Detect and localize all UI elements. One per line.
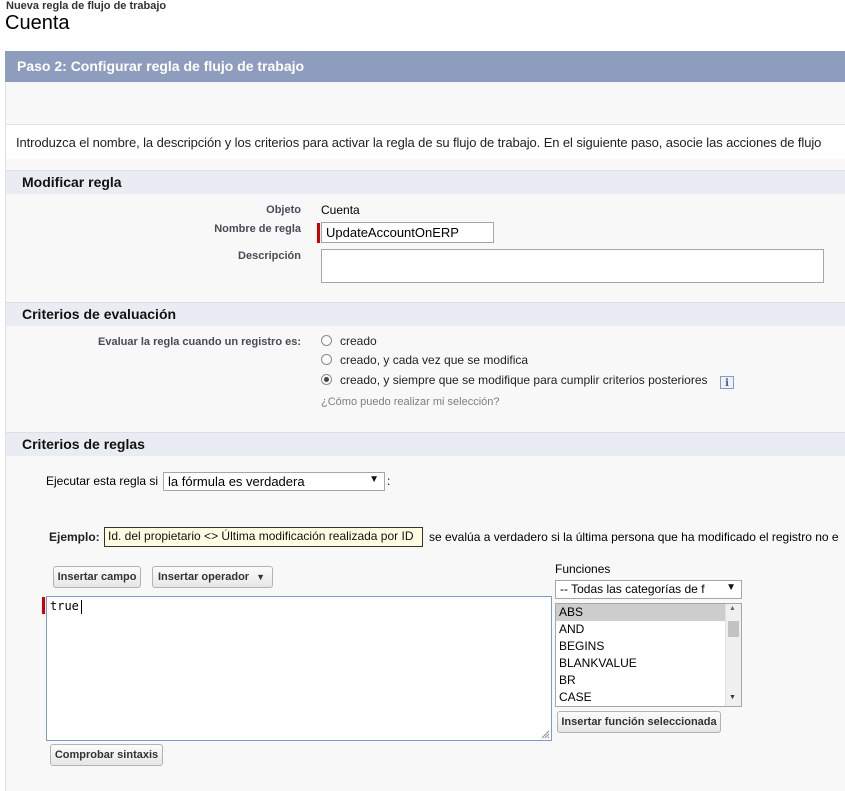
insert-field-button[interactable]: Insertar campo: [53, 566, 141, 588]
radio-created-edited[interactable]: [321, 354, 332, 365]
function-item-case[interactable]: CASE: [556, 689, 726, 706]
scrollbar-thumb[interactable]: [728, 621, 739, 637]
function-item-abs[interactable]: ABS: [556, 604, 726, 621]
object-label: Objeto: [266, 204, 301, 216]
radio-created-subsequent-label[interactable]: creado, y siempre que se modifique para …: [340, 373, 708, 387]
intro-text: Introduzca el nombre, la descripción y l…: [16, 135, 822, 150]
rule-name-input[interactable]: [321, 222, 494, 243]
resize-handle-icon[interactable]: [541, 730, 550, 739]
insert-function-button[interactable]: Insertar función seleccionada: [557, 711, 721, 733]
function-item-begins[interactable]: BEGINS: [556, 638, 726, 655]
functions-category-value: -- Todas las categorías de f: [560, 582, 705, 596]
example-formula: Id. del propietario <> Última modificaci…: [104, 527, 423, 547]
functions-category-select[interactable]: -- Todas las categorías de f ▼: [555, 580, 742, 599]
rule-criteria-section-title: Criterios de reglas: [22, 436, 145, 452]
run-rule-select-value: la fórmula es verdadera: [168, 474, 305, 489]
function-item-blankvalue[interactable]: BLANKVALUE: [556, 655, 726, 672]
edit-rule-section-title: Modificar regla: [22, 174, 122, 190]
description-textarea[interactable]: [321, 249, 824, 283]
radio-created-subsequent[interactable]: [321, 374, 332, 385]
radio-created-edited-label[interactable]: creado, y cada vez que se modifica: [340, 353, 528, 367]
insert-operator-label: Insertar operador: [158, 571, 250, 583]
check-syntax-button[interactable]: Comprobar sintaxis: [50, 744, 163, 766]
scroll-down-icon[interactable]: ▼: [729, 694, 736, 701]
example-label: Ejemplo:: [49, 530, 100, 544]
scroll-up-icon[interactable]: ▲: [729, 605, 736, 612]
function-item-br[interactable]: BR: [556, 672, 726, 689]
example-description: se evalúa a verdadero si la última perso…: [429, 530, 839, 544]
run-rule-label: Ejecutar esta regla si: [46, 474, 159, 488]
functions-list: ABS AND BEGINS BLANKVALUE BR CASE: [556, 604, 726, 706]
step-title: Paso 2: Configurar regla de flujo de tra…: [17, 58, 305, 74]
functions-listbox[interactable]: ABS AND BEGINS BLANKVALUE BR CASE ▲ ▼: [555, 603, 742, 707]
selection-help-link[interactable]: ¿Cómo puedo realizar mi selección?: [321, 396, 500, 408]
function-item-and[interactable]: AND: [556, 621, 726, 638]
formula-editor[interactable]: true: [46, 596, 552, 741]
edit-rule-section-header: [6, 170, 845, 194]
functions-scrollbar[interactable]: ▲ ▼: [725, 604, 741, 706]
radio-created[interactable]: [321, 335, 332, 346]
chevron-down-icon: ▼: [256, 572, 265, 582]
info-icon[interactable]: i: [720, 376, 734, 389]
run-rule-select[interactable]: la fórmula es verdadera ▼: [163, 472, 385, 491]
page-title: Cuenta: [5, 12, 70, 34]
description-label: Descripción: [238, 250, 301, 262]
chevron-down-icon: ▼: [726, 582, 736, 593]
evaluate-question-label: Evaluar la regla cuando un registro es:: [98, 336, 301, 348]
radio-created-label[interactable]: creado: [340, 334, 377, 348]
functions-label: Funciones: [555, 562, 611, 576]
chevron-down-icon: ▼: [369, 474, 379, 485]
required-indicator: [317, 223, 320, 243]
formula-text[interactable]: true: [50, 599, 79, 613]
object-value: Cuenta: [321, 203, 360, 217]
insert-operator-button[interactable]: Insertar operador ▼: [152, 566, 273, 588]
run-rule-colon: :: [387, 474, 391, 488]
formula-required-indicator: [42, 597, 45, 614]
text-caret: [81, 600, 82, 614]
page-subtitle: Nueva regla de flujo de trabajo: [6, 0, 167, 12]
rule-name-label: Nombre de regla: [214, 223, 301, 235]
evaluation-section-title: Criterios de evaluación: [22, 306, 177, 322]
